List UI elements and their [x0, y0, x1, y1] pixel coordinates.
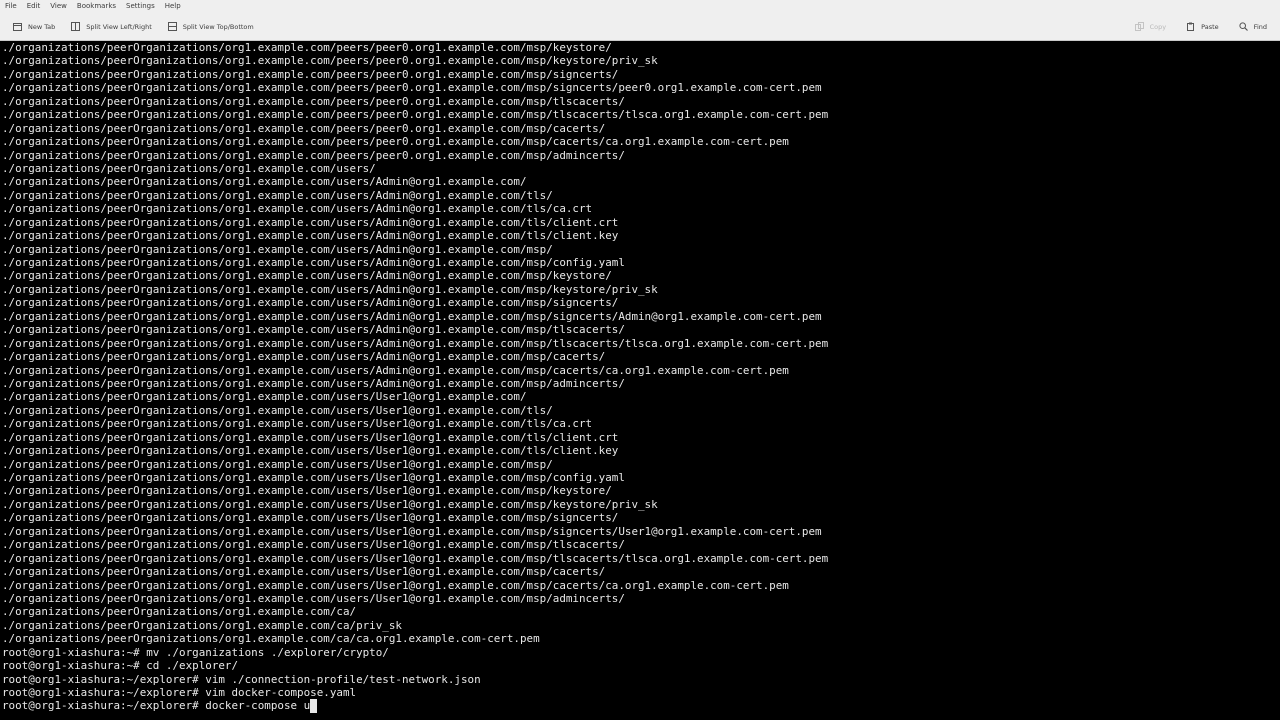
menu-file[interactable]: File — [0, 0, 22, 13]
terminal-line: ./organizations/peerOrganizations/org1.e… — [2, 376, 625, 390]
terminal-line: root@org1-xiashura:~/explorer# vim ./con… — [2, 672, 481, 686]
terminal-line: ./organizations/peerOrganizations/org1.e… — [2, 403, 553, 417]
terminal-window: File Edit View Bookmarks Settings Help N… — [0, 0, 1280, 720]
terminal-line: ./organizations/peerOrganizations/org1.e… — [2, 256, 625, 269]
terminal-line: ./organizations/peerOrganizations/org1.e… — [2, 484, 612, 498]
menu-view[interactable]: View — [45, 0, 72, 13]
terminal-line: ./organizations/peerOrganizations/org1.e… — [2, 242, 553, 256]
terminal-line: ./organizations/peerOrganizations/org1.e… — [2, 323, 625, 337]
split-top-bottom-label: Split View Top/Bottom — [182, 22, 254, 31]
terminal-line: ./organizations/peerOrganizations/org1.e… — [2, 282, 658, 296]
terminal-line: ./organizations/peerOrganizations/org1.e… — [2, 41, 612, 54]
copy-button[interactable]: Copy — [1130, 17, 1172, 37]
terminal-line: ./organizations/peerOrganizations/org1.e… — [2, 336, 829, 350]
terminal-line: ./organizations/peerOrganizations/org1.e… — [2, 229, 619, 243]
terminal-line: ./organizations/peerOrganizations/org1.e… — [2, 390, 527, 404]
terminal-line: ./organizations/peerOrganizations/org1.e… — [2, 121, 606, 135]
new-tab-icon — [13, 22, 22, 31]
terminal-line: ./organizations/peerOrganizations/org1.e… — [2, 309, 822, 323]
terminal-line: ./organizations/peerOrganizations/org1.e… — [2, 67, 619, 81]
terminal-line: ./organizations/peerOrganizations/org1.e… — [2, 444, 619, 458]
terminal-line: ./organizations/peerOrganizations/org1.e… — [2, 350, 606, 364]
copy-label: Copy — [1149, 22, 1167, 31]
terminal-line: ./organizations/peerOrganizations/org1.e… — [2, 524, 822, 538]
copy-icon — [1134, 22, 1144, 31]
terminal-line: ./organizations/peerOrganizations/org1.e… — [2, 296, 619, 310]
current-prompt-text: root@org1-xiashura:~/explorer# docker-co… — [2, 699, 311, 713]
terminal-line: root@org1-xiashura:~/explorer# vim docke… — [2, 686, 357, 699]
split-top-bottom-button[interactable]: Split View Top/Bottom — [163, 17, 259, 37]
text-cursor — [310, 699, 317, 713]
menu-bookmarks[interactable]: Bookmarks — [72, 0, 121, 13]
split-left-right-icon — [71, 22, 81, 31]
new-tab-label: New Tab — [28, 22, 56, 31]
terminal-line: ./organizations/peerOrganizations/org1.e… — [2, 551, 829, 565]
terminal-line: ./organizations/peerOrganizations/org1.e… — [2, 135, 789, 149]
new-tab-button[interactable]: New Tab — [8, 17, 60, 37]
search-icon — [1239, 22, 1248, 31]
current-prompt-line[interactable]: root@org1-xiashura:~/explorer# docker-co… — [2, 699, 1280, 713]
terminal-line: ./organizations/peerOrganizations/org1.e… — [2, 188, 553, 202]
split-top-bottom-icon — [167, 22, 177, 31]
terminal-line: ./organizations/peerOrganizations/org1.e… — [2, 511, 619, 525]
toolbar: New Tab Split View Left/Right Split View… — [0, 13, 1280, 41]
terminal-output[interactable]: ./organizations/peerOrganizations/org1.e… — [0, 41, 1280, 720]
terminal-line: ./organizations/peerOrganizations/org1.e… — [2, 417, 593, 431]
terminal-line: ./organizations/peerOrganizations/org1.e… — [2, 578, 789, 592]
toolbar-right-group: Copy Paste Find — [1120, 13, 1272, 40]
split-left-right-button[interactable]: Split View Left/Right — [66, 17, 157, 37]
terminal-line: ./organizations/peerOrganizations/org1.e… — [2, 175, 527, 189]
terminal-line: ./organizations/peerOrganizations/org1.e… — [2, 632, 540, 646]
terminal-lines: ./organizations/peerOrganizations/org1.e… — [0, 41, 1280, 713]
terminal-line: ./organizations/peerOrganizations/org1.e… — [2, 618, 402, 632]
paste-button[interactable]: Paste — [1181, 17, 1224, 37]
terminal-line: ./organizations/peerOrganizations/org1.e… — [2, 54, 658, 68]
terminal-line: ./organizations/peerOrganizations/org1.e… — [2, 161, 376, 175]
terminal-line: ./organizations/peerOrganizations/org1.e… — [2, 538, 625, 552]
terminal-line: ./organizations/peerOrganizations/org1.e… — [2, 148, 625, 162]
find-button[interactable]: Find — [1234, 17, 1272, 37]
terminal-line: ./organizations/peerOrganizations/org1.e… — [2, 108, 829, 122]
terminal-line: ./organizations/peerOrganizations/org1.e… — [2, 591, 625, 605]
terminal-line: ./organizations/peerOrganizations/org1.e… — [2, 269, 612, 283]
menu-edit[interactable]: Edit — [22, 0, 46, 13]
menu-bar: File Edit View Bookmarks Settings Help — [0, 0, 1280, 13]
terminal-line: ./organizations/peerOrganizations/org1.e… — [2, 497, 658, 511]
terminal-line: ./organizations/peerOrganizations/org1.e… — [2, 430, 619, 444]
terminal-line: root@org1-xiashura:~# cd ./explorer/ — [2, 659, 239, 673]
menu-help[interactable]: Help — [160, 0, 186, 13]
terminal-line: ./organizations/peerOrganizations/org1.e… — [2, 565, 606, 579]
terminal-line: root@org1-xiashura:~# mv ./organizations… — [2, 645, 389, 659]
terminal-line: ./organizations/peerOrganizations/org1.e… — [2, 94, 625, 108]
split-left-right-label: Split View Left/Right — [86, 22, 152, 31]
terminal-line: ./organizations/peerOrganizations/org1.e… — [2, 215, 619, 229]
find-label: Find — [1253, 22, 1267, 31]
terminal-line: ./organizations/peerOrganizations/org1.e… — [2, 457, 553, 471]
terminal-line: ./organizations/peerOrganizations/org1.e… — [2, 202, 593, 216]
paste-label: Paste — [1201, 22, 1219, 31]
terminal-line: ./organizations/peerOrganizations/org1.e… — [2, 471, 625, 484]
terminal-line: ./organizations/peerOrganizations/org1.e… — [2, 605, 357, 619]
terminal-line: ./organizations/peerOrganizations/org1.e… — [2, 81, 822, 95]
paste-icon — [1186, 22, 1195, 31]
terminal-line: ./organizations/peerOrganizations/org1.e… — [2, 363, 789, 377]
toolbar-left-group: New Tab Split View Left/Right Split View… — [8, 13, 265, 40]
menu-settings[interactable]: Settings — [121, 0, 160, 13]
